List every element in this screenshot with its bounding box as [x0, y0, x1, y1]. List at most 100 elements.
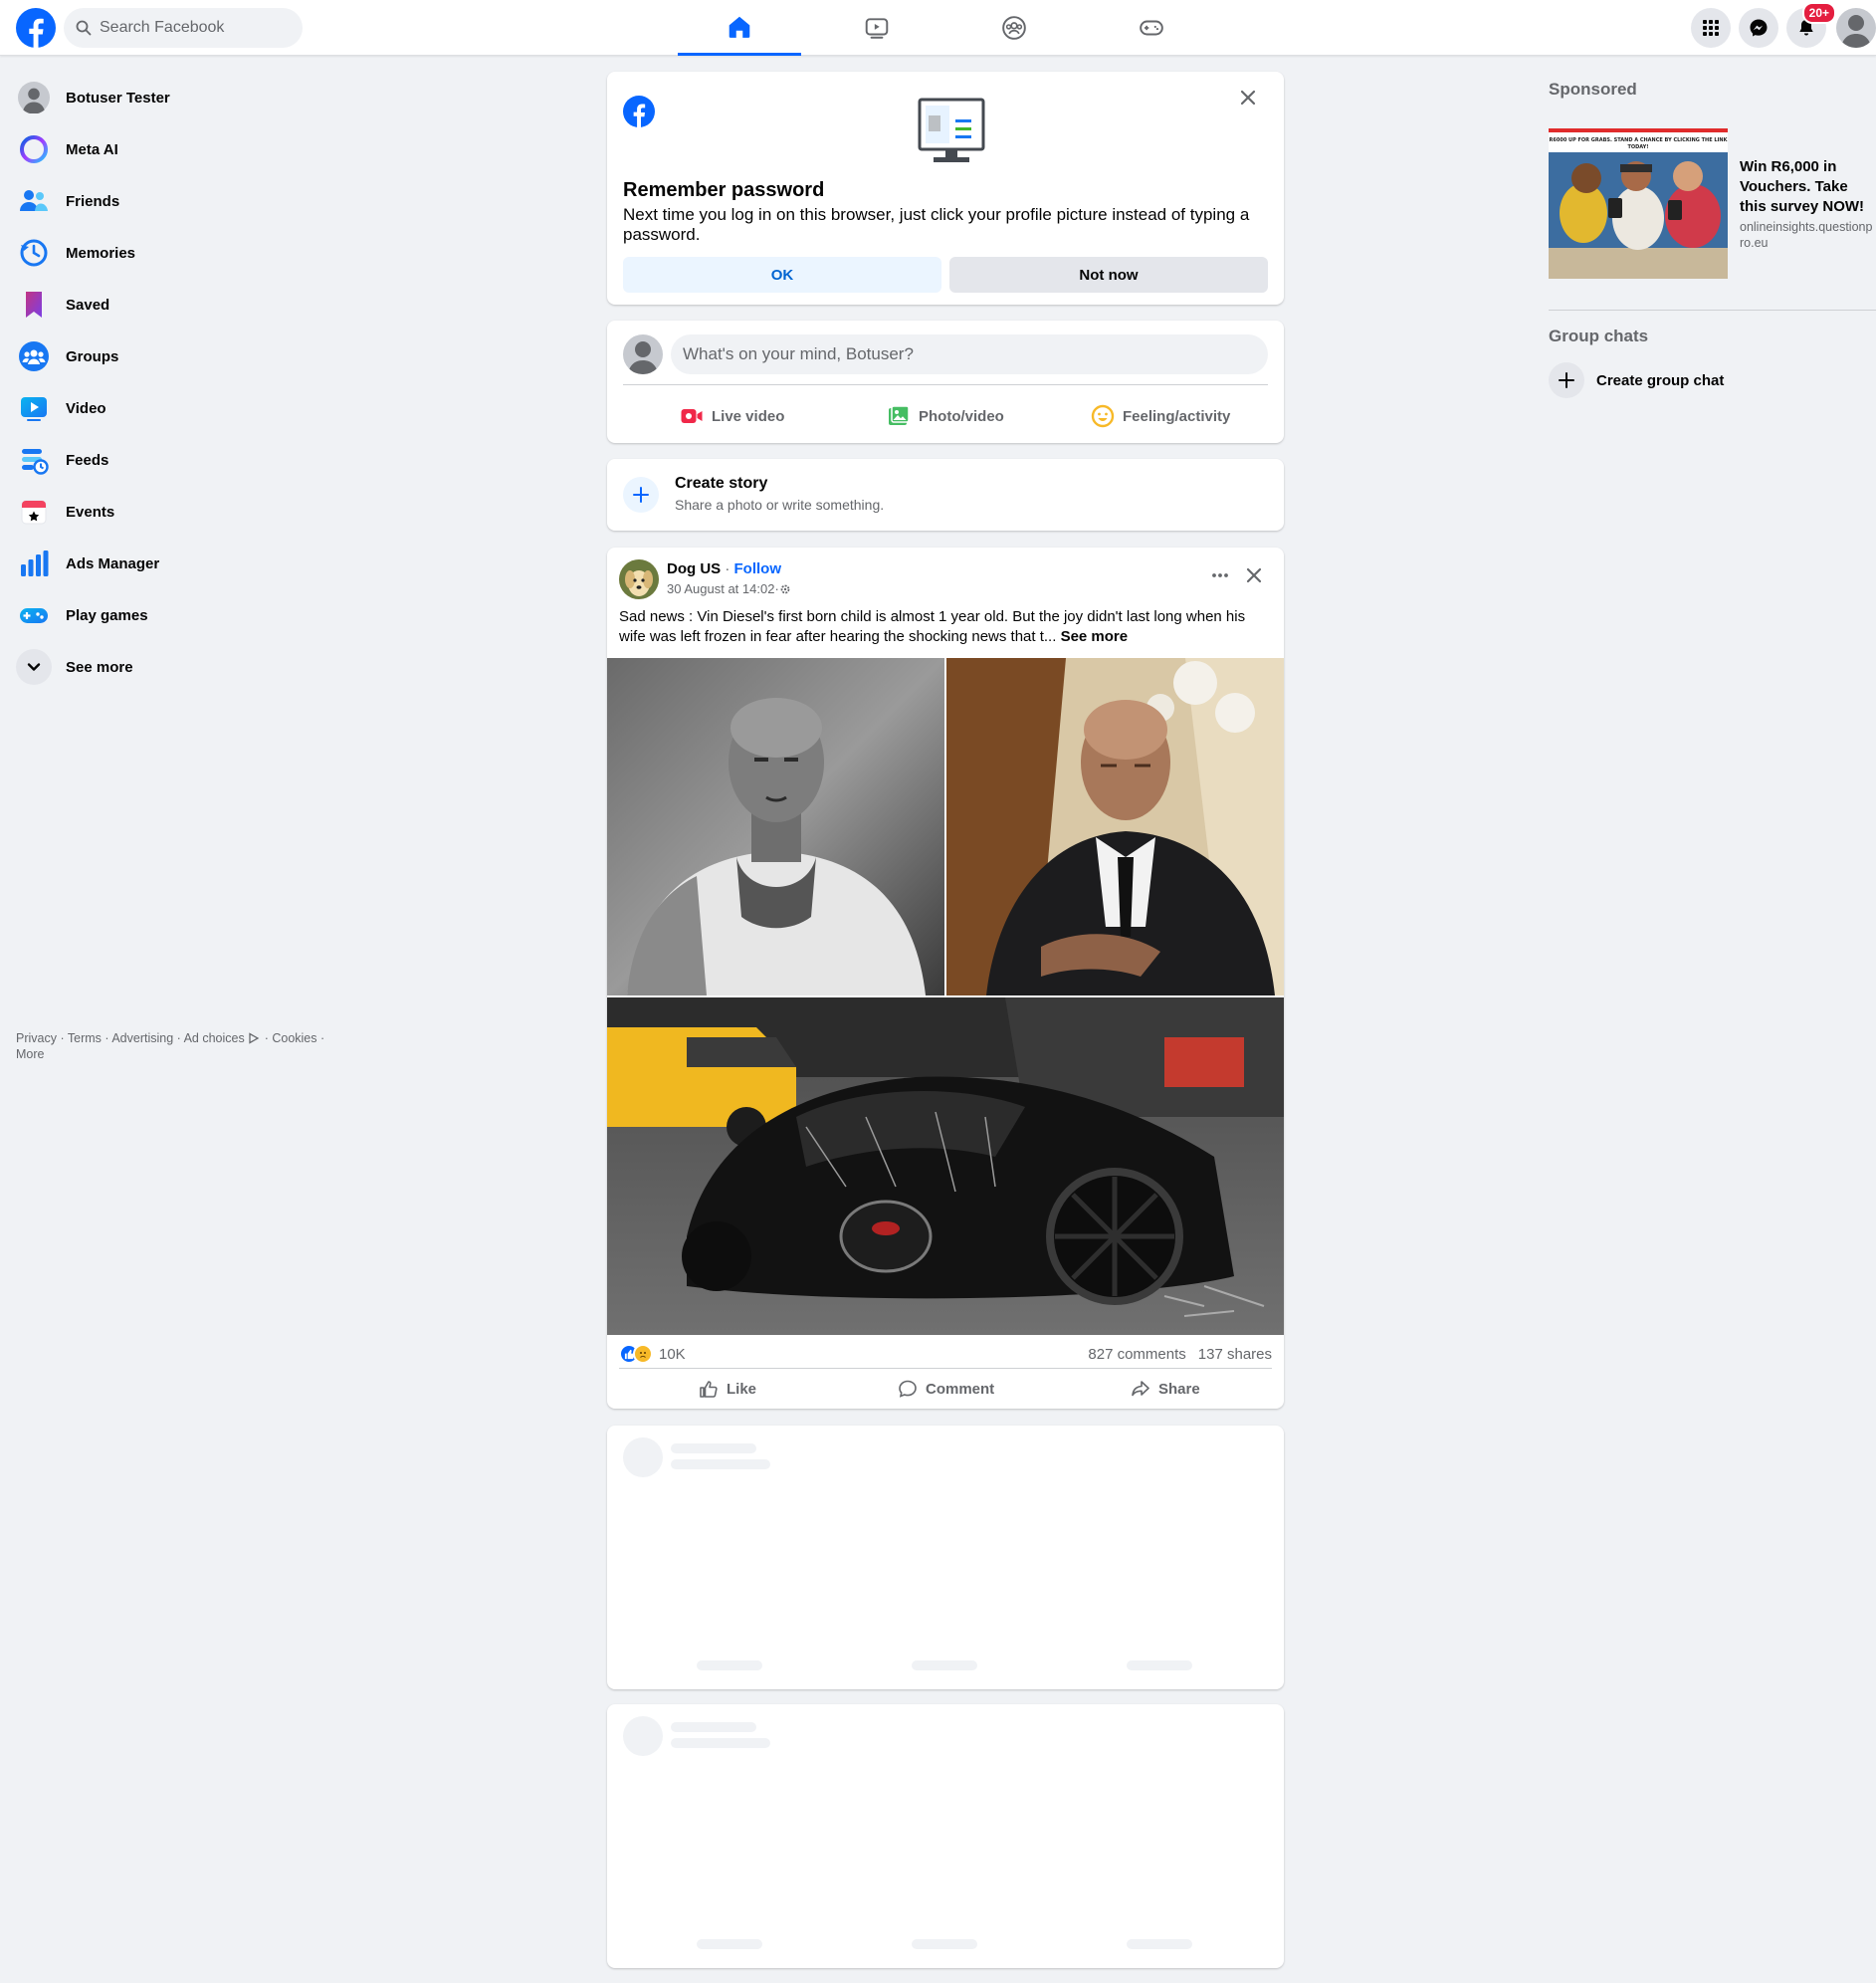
sponsored-ad-image[interactable]: R6000 UP FOR GRABS. STAND A CHANCE BY CL… [1549, 128, 1728, 279]
reaction-icons [619, 1344, 653, 1364]
default-avatar-icon [1841, 15, 1871, 48]
tab-video[interactable] [815, 0, 938, 56]
live-video-button[interactable]: Live video [680, 396, 784, 436]
sidebar-item-meta-ai[interactable]: Meta AI [8, 123, 326, 175]
skeleton-avatar [623, 1716, 663, 1756]
post-author-name[interactable]: Dog US [667, 560, 721, 577]
sidebar-item-groups[interactable]: Groups [8, 330, 326, 382]
sidebar-item-saved[interactable]: Saved [8, 279, 326, 330]
sidebar-item-label: Memories [66, 244, 136, 262]
post-composer: What's on your mind, Botuser? Live video… [607, 321, 1284, 443]
sidebar-item-profile[interactable]: Botuser Tester [8, 72, 326, 123]
post-photo[interactable] [946, 658, 1284, 995]
post-author-avatar[interactable] [619, 559, 659, 599]
notification-badge: 20+ [1801, 2, 1836, 24]
post-photo-grid[interactable] [607, 658, 1284, 1335]
skeleton-avatar [623, 1437, 663, 1477]
account-avatar[interactable] [1836, 8, 1876, 48]
photo-video-button[interactable]: Photo/video [887, 396, 1004, 436]
sidebar-item-label: Saved [66, 296, 110, 314]
create-group-chat-button[interactable]: Create group chat [1549, 362, 1724, 398]
create-story-card[interactable]: Create story Share a photo or write some… [607, 459, 1284, 531]
divider [623, 384, 1268, 385]
sidebar-item-ads-manager[interactable]: Ads Manager [8, 538, 326, 589]
feeling-smiley-icon [1091, 404, 1115, 428]
footer-privacy-link[interactable]: Privacy [16, 1031, 57, 1045]
close-button[interactable] [1232, 82, 1264, 113]
messenger-icon [1750, 19, 1768, 37]
reaction-summary[interactable]: 10K [619, 1340, 686, 1368]
sidebar-item-events[interactable]: Events [8, 486, 326, 538]
sidebar-item-label: Meta AI [66, 140, 118, 158]
live-video-label: Live video [712, 407, 785, 425]
feeling-activity-button[interactable]: Feeling/activity [1091, 396, 1230, 436]
ad-url[interactable]: onlineinsights.questionpro.eu [1740, 219, 1876, 251]
reaction-count: 10K [659, 1345, 686, 1363]
ads-manager-icon [16, 546, 52, 581]
sidebar-item-label: Feeds [66, 451, 109, 469]
photo-icon [889, 405, 910, 425]
footer-ad-choices-link[interactable]: Ad choices [184, 1031, 245, 1045]
close-icon [1240, 90, 1256, 106]
photo-video-label: Photo/video [919, 407, 1004, 425]
comment-count[interactable]: 827 comments [1088, 1346, 1185, 1363]
sidebar-item-label: Groups [66, 347, 119, 365]
post-photo[interactable] [607, 997, 1284, 1335]
post-options-button[interactable] [1204, 559, 1236, 591]
tab-home[interactable] [678, 0, 801, 56]
footer-cookies-link[interactable]: Cookies [272, 1031, 316, 1045]
password-card-body: Next time you log in on this browser, ju… [623, 205, 1250, 244]
post-timestamp[interactable]: 30 August at 14:02 [667, 581, 774, 596]
search-input[interactable]: Search Facebook [64, 8, 303, 48]
more-horizontal-icon [1212, 573, 1228, 577]
footer-separator: · [101, 1031, 112, 1045]
follow-button[interactable]: Follow [734, 560, 782, 577]
sidebar-item-feeds[interactable]: Feeds [8, 434, 326, 486]
avatar[interactable] [623, 334, 663, 374]
create-story-title: Create story [675, 475, 768, 492]
menu-button[interactable] [1691, 8, 1731, 48]
feeds-icon [16, 442, 52, 478]
status-input[interactable]: What's on your mind, Botuser? [671, 334, 1268, 374]
not-now-button[interactable]: Not now [949, 257, 1268, 293]
footer-advertising-link[interactable]: Advertising [111, 1031, 173, 1045]
sidebar-item-label: Ads Manager [66, 554, 160, 572]
comment-button[interactable]: Comment [898, 1372, 994, 1406]
facebook-logo-icon[interactable] [16, 8, 56, 48]
events-icon [16, 494, 52, 530]
create-group-chat-label: Create group chat [1596, 371, 1725, 389]
saved-icon [16, 287, 52, 323]
footer-separator: · [56, 1031, 68, 1045]
sidebar-item-memories[interactable]: Memories [8, 227, 326, 279]
footer-links: Privacy · Terms · Advertising · Ad choic… [16, 1030, 344, 1062]
sidebar-item-friends[interactable]: Friends [8, 175, 326, 227]
see-more-link[interactable]: See more [1061, 628, 1129, 645]
ok-button[interactable]: OK [623, 257, 941, 293]
ad-title[interactable]: Win R6,000 in Vouchers. Take this survey… [1740, 157, 1876, 217]
like-button[interactable]: Like [699, 1372, 756, 1406]
skeleton-line [912, 1939, 977, 1949]
left-sidebar: Botuser Tester Meta AI Friends Memories … [8, 72, 326, 693]
share-label: Share [1158, 1380, 1200, 1398]
messenger-button[interactable] [1739, 8, 1778, 48]
footer-more-link[interactable]: More [16, 1047, 44, 1061]
tab-gaming[interactable] [1090, 0, 1213, 56]
sidebar-item-play-games[interactable]: Play games [8, 589, 326, 641]
sidebar-item-video[interactable]: Video [8, 382, 326, 434]
notifications-button[interactable]: 20+ [1786, 2, 1836, 48]
sidebar-item-label: Botuser Tester [66, 89, 170, 107]
post-photo[interactable] [607, 658, 944, 995]
sidebar-item-label: Friends [66, 192, 120, 210]
post-author-line: Dog US · Follow [667, 560, 781, 577]
footer-terms-link[interactable]: Terms [68, 1031, 102, 1045]
footer-separator: · [316, 1031, 325, 1045]
tab-groups[interactable] [952, 0, 1076, 56]
password-card-title: Remember password [623, 179, 825, 201]
separator: · [721, 560, 734, 577]
hide-post-button[interactable] [1238, 559, 1270, 591]
sidebar-item-see-more[interactable]: See more [8, 641, 326, 693]
share-count[interactable]: 137 shares [1198, 1346, 1272, 1363]
plus-icon [623, 477, 659, 513]
footer-separator: · [261, 1031, 273, 1045]
share-button[interactable]: Share [1131, 1372, 1200, 1406]
